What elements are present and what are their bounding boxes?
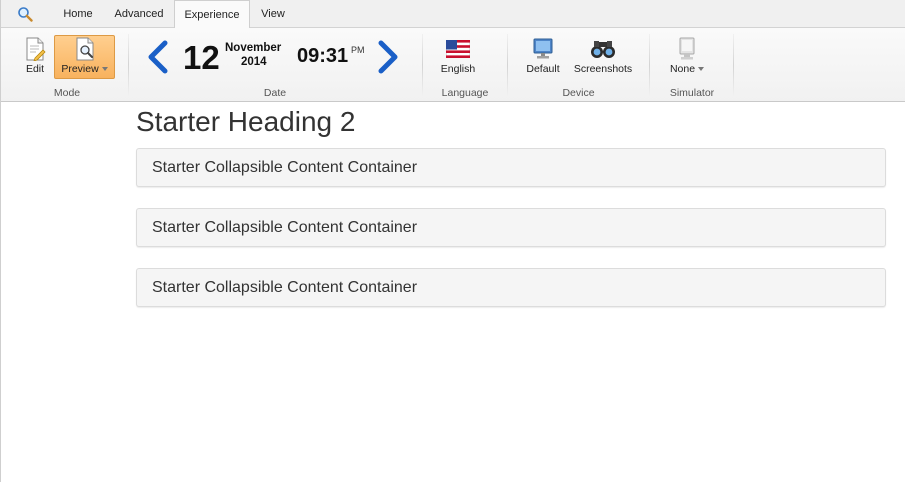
chevron-down-icon bbox=[101, 67, 108, 71]
screenshots-label: Screenshots bbox=[573, 63, 633, 75]
date-group-label: Date bbox=[263, 87, 287, 99]
simulator-dropdown[interactable]: None bbox=[666, 36, 708, 75]
language-group-label: Language bbox=[441, 87, 489, 99]
language-label: English bbox=[440, 63, 476, 75]
simulator-label: None bbox=[670, 63, 705, 75]
language-button[interactable]: English bbox=[435, 36, 481, 75]
default-device-label: Default bbox=[526, 63, 560, 75]
edit-document-icon bbox=[26, 37, 46, 61]
date-month[interactable]: November bbox=[225, 42, 281, 54]
date-ampm[interactable]: PM bbox=[351, 45, 365, 55]
mode-group: Edit Preview Mode bbox=[11, 34, 123, 100]
collapsible-container-title: Starter Collapsible Content Container bbox=[152, 219, 418, 236]
collapsible-container[interactable]: Starter Collapsible Content Container bbox=[136, 208, 886, 247]
collapsible-container-title: Starter Collapsible Content Container bbox=[152, 159, 418, 176]
ribbon-tab-strip: Home Advanced Experience View bbox=[1, 0, 905, 29]
us-flag-icon bbox=[446, 40, 470, 58]
simulator-group: None Simulator bbox=[652, 34, 732, 100]
date-group: 12 November 2014 09:31 PM Date bbox=[131, 34, 419, 100]
date-time[interactable]: 09:31 bbox=[297, 45, 348, 68]
default-device-button[interactable]: Default bbox=[522, 36, 564, 75]
screenshots-button[interactable]: Screenshots bbox=[570, 36, 636, 75]
preview-label: Preview bbox=[61, 63, 108, 75]
tab-view[interactable]: View bbox=[254, 0, 292, 28]
collapsible-container[interactable]: Starter Collapsible Content Container bbox=[136, 268, 886, 307]
chevron-down-icon bbox=[698, 67, 705, 71]
page-heading: Starter Heading 2 bbox=[136, 106, 356, 137]
simulator-group-label: Simulator bbox=[669, 87, 715, 99]
ribbon-divider bbox=[733, 34, 734, 96]
collapsible-container-title: Starter Collapsible Content Container bbox=[152, 279, 418, 296]
preview-button[interactable]: Preview bbox=[54, 35, 115, 79]
device-group-label: Device bbox=[562, 87, 595, 99]
date-year[interactable]: 2014 bbox=[241, 56, 267, 68]
date-day[interactable]: 12 bbox=[183, 41, 220, 74]
simulator-monitor-icon bbox=[679, 37, 695, 60]
ribbon-divider bbox=[128, 34, 129, 96]
app-window: Home Advanced Experience View Edit Previ… bbox=[0, 0, 905, 482]
preview-magnifier-icon bbox=[76, 37, 93, 61]
mode-group-label: Mode bbox=[53, 87, 81, 99]
ribbon-divider bbox=[649, 34, 650, 96]
edit-button[interactable]: Edit bbox=[15, 36, 55, 75]
collapsible-container[interactable]: Starter Collapsible Content Container bbox=[136, 148, 886, 187]
ribbon-panel: Edit Preview Mode 12 November 2014 09:31… bbox=[1, 28, 905, 102]
previous-arrow-icon[interactable] bbox=[145, 40, 171, 74]
edit-label: Edit bbox=[25, 63, 45, 75]
ribbon-divider bbox=[422, 34, 423, 96]
monitor-icon bbox=[533, 38, 553, 59]
tab-advanced[interactable]: Advanced bbox=[109, 0, 169, 28]
device-group: Default Screenshots Device bbox=[510, 34, 647, 100]
language-group: English Language bbox=[425, 34, 505, 100]
search-icon bbox=[18, 7, 33, 22]
tab-home[interactable]: Home bbox=[56, 0, 100, 28]
ribbon-divider bbox=[507, 34, 508, 96]
tab-experience[interactable]: Experience bbox=[174, 0, 250, 29]
search-button[interactable] bbox=[11, 4, 39, 24]
binoculars-icon bbox=[591, 41, 615, 58]
next-arrow-icon[interactable] bbox=[375, 40, 401, 74]
